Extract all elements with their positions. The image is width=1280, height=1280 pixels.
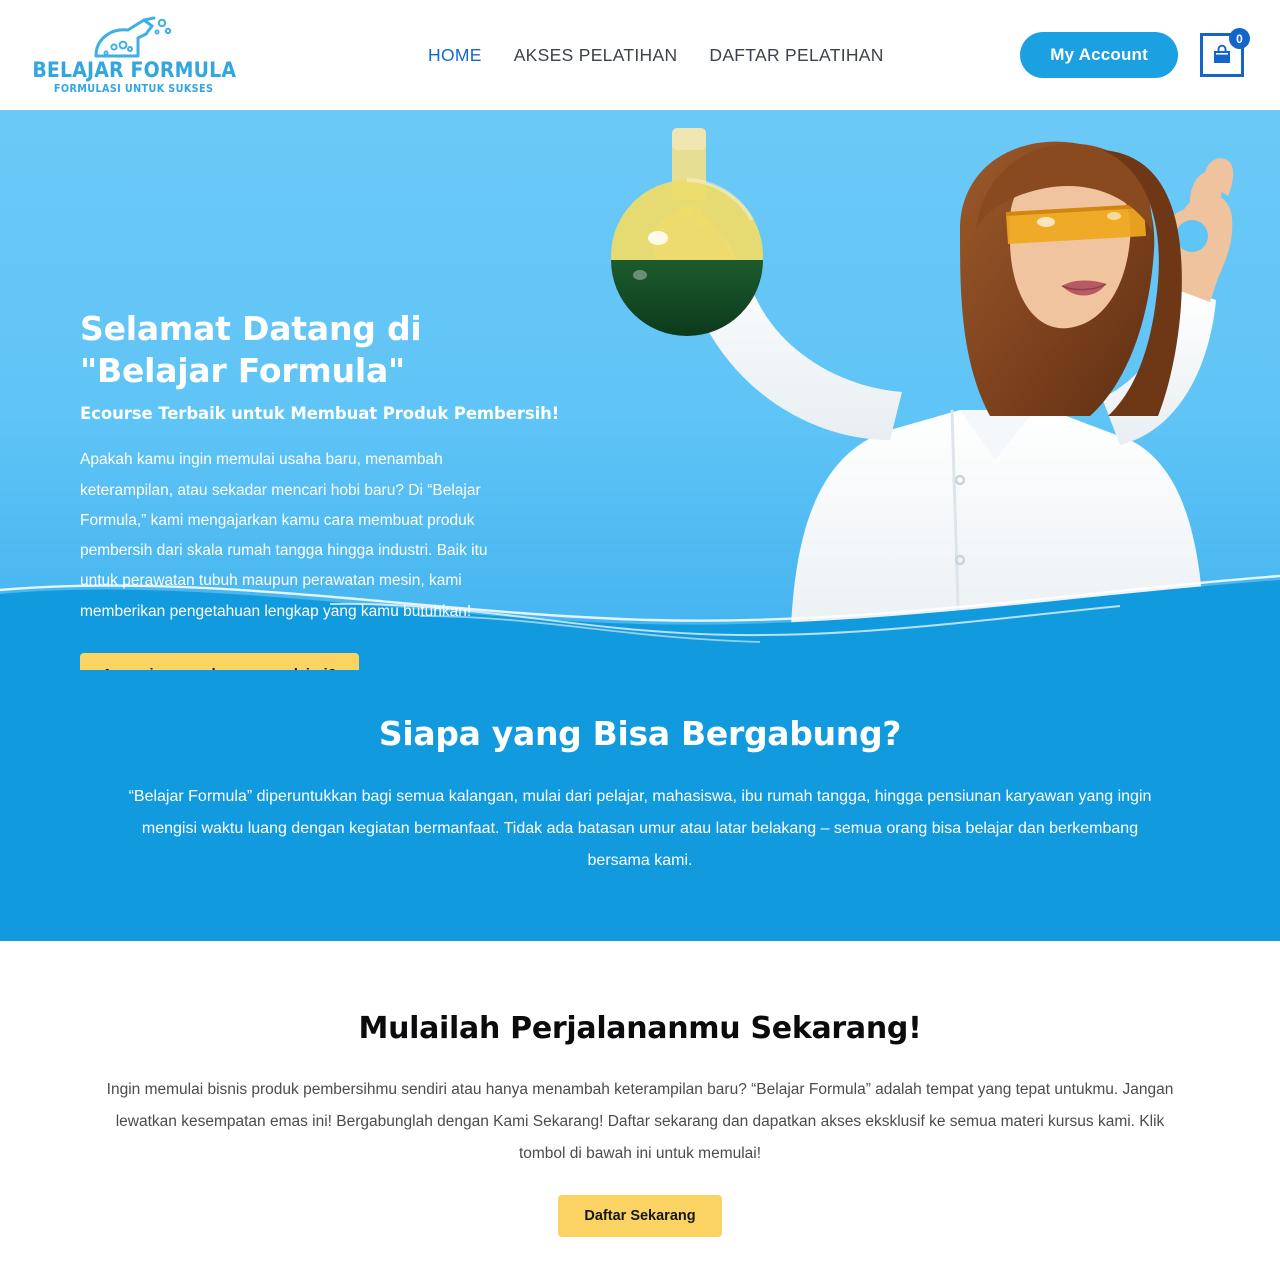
start-section-title: Mulailah Perjalananmu Sekarang! — [358, 1011, 922, 1046]
hero-scientist-image — [611, 128, 1234, 670]
landing-page: BELAJAR FORMULA FORMULASI UNTUK SUKSES H… — [0, 0, 1280, 1280]
hero-copy: Selamat Datang di "Belajar Formula" Ecou… — [80, 308, 560, 670]
join-section-paragraph: “Belajar Formula” diperuntukkan bagi sem… — [128, 788, 1152, 869]
join-section: Siapa yang Bisa Bergabung? “Belajar Form… — [0, 670, 1280, 941]
learn-section: Apa yang Akan Kamu Pelajari di "Belajar … — [0, 1237, 1280, 1280]
logo-title: BELAJAR FORMULA — [32, 57, 236, 82]
hero-title-line-1: Selamat Datang di — [80, 309, 422, 348]
my-account-button[interactable]: My Account — [1020, 32, 1178, 78]
cart-button[interactable]: 0 — [1200, 28, 1250, 77]
daftar-sekarang-button[interactable]: Daftar Sekarang — [558, 1195, 722, 1238]
logo-tagline: FORMULASI UNTUK SUKSES — [54, 82, 214, 95]
site-header: BELAJAR FORMULA FORMULASI UNTUK SUKSES H… — [0, 0, 1280, 110]
nav-item-home[interactable]: HOME — [428, 45, 482, 66]
hero-cta-button[interactable]: Apa saja yang akan saya pelajari? — [80, 652, 359, 670]
cart-count-badge: 0 — [1229, 28, 1250, 49]
hero-section: Selamat Datang di "Belajar Formula" Ecou… — [0, 110, 1280, 670]
start-journey-section: Mulailah Perjalananmu Sekarang! Ingin me… — [0, 941, 1280, 1238]
shopping-bag-icon — [1214, 44, 1230, 63]
hero-title: Selamat Datang di "Belajar Formula" — [80, 308, 510, 392]
hero-title-line-2: "Belajar Formula" — [80, 351, 406, 391]
header-actions: My Account 0 — [1020, 28, 1250, 78]
hero-paragraph: Apakah kamu ingin memulai usaha baru, me… — [80, 451, 488, 620]
hero-subtitle: Ecourse Terbaik untuk Membuat Produk Pem… — [80, 404, 560, 424]
join-section-title: Siapa yang Bisa Bergabung? — [378, 714, 902, 753]
nav-item-akses-pelatihan[interactable]: AKSES PELATIHAN — [514, 45, 678, 66]
main-navigation: HOME AKSES PELATIHAN DAFTAR PELATIHAN — [428, 45, 884, 66]
nav-item-daftar-pelatihan[interactable]: DAFTAR PELATIHAN — [709, 45, 883, 66]
site-logo[interactable]: BELAJAR FORMULA FORMULASI UNTUK SUKSES — [30, 16, 236, 95]
spray-bottle-bubbles-icon — [94, 16, 172, 58]
start-section-paragraph: Ingin memulai bisnis produk pembersihmu … — [106, 1081, 1174, 1162]
